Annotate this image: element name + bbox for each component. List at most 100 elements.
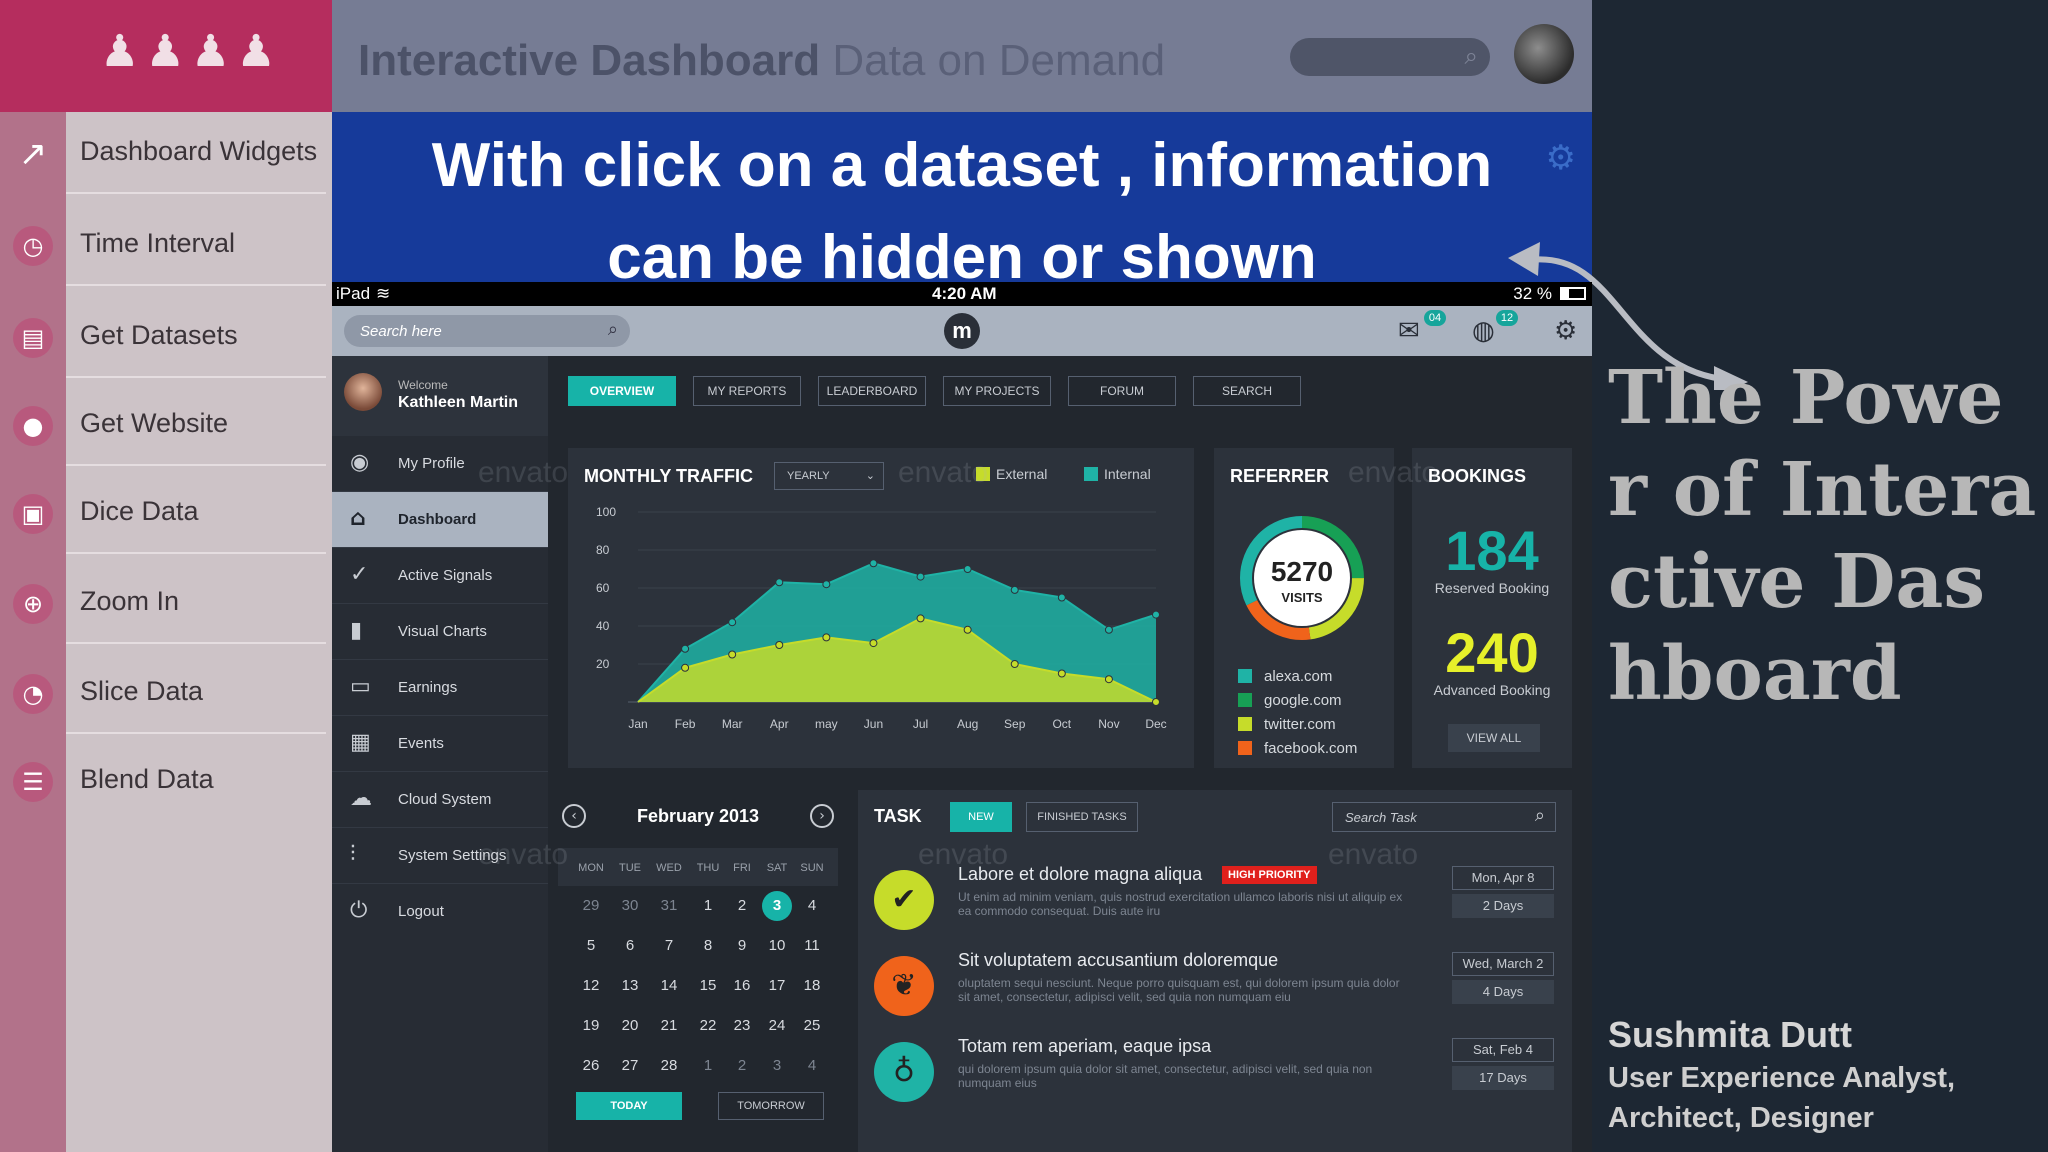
avatar[interactable]: [1514, 24, 1574, 84]
calendar-day[interactable]: 15: [691, 972, 725, 1000]
task-search-input[interactable]: Search Task ⌕: [1332, 802, 1556, 832]
tab-search[interactable]: SEARCH: [1193, 376, 1301, 406]
calendar-day[interactable]: 11: [795, 932, 829, 960]
tab-my-projects[interactable]: MY PROJECTS: [943, 376, 1051, 406]
calendar-day[interactable]: 4: [795, 1052, 829, 1080]
sidebar-item-label: Dashboard: [398, 511, 477, 528]
calendar-day[interactable]: 30: [613, 892, 647, 920]
zoom-icon: ⊕: [13, 584, 53, 624]
calendar-day[interactable]: 13: [613, 972, 647, 1000]
menu-item-label: Get Website: [80, 408, 229, 438]
calendar-day[interactable]: 21: [652, 1012, 686, 1040]
tomorrow-button[interactable]: TOMORROW: [718, 1092, 824, 1120]
carrier-label: iPad: [336, 284, 371, 303]
blend-icon: ☰: [13, 762, 53, 802]
view-all-button[interactable]: VIEW ALL: [1448, 724, 1540, 752]
calendar-day[interactable]: 1: [691, 1052, 725, 1080]
calendar-day[interactable]: 3: [760, 1052, 794, 1080]
data-point: [963, 565, 972, 573]
chevron-right-icon[interactable]: ›: [810, 804, 834, 828]
task-duration: 4 Days: [1452, 980, 1554, 1004]
tab-overview[interactable]: OVERVIEW: [568, 376, 676, 406]
calendar-day-selected[interactable]: 3: [762, 891, 792, 921]
calendar-day[interactable]: 14: [652, 972, 686, 1000]
menu-item-blend-data[interactable]: ☰ Blend Data: [0, 740, 332, 822]
calendar-day[interactable]: 6: [613, 932, 647, 960]
menu-item-zoom-in[interactable]: ⊕ Zoom In: [0, 562, 332, 644]
task-item-title[interactable]: Sit voluptatem accusantium doloremque: [958, 950, 1278, 971]
traffic-chart[interactable]: 20 40 60 80 100 Jan Feb Mar Apr may Jun Jul Aug Sep Oc…: [568, 498, 1194, 768]
legend-internal-label: Internal: [1104, 466, 1151, 482]
calendar-day[interactable]: 25: [795, 1012, 829, 1040]
menu-item-get-website[interactable]: ● Get Website: [0, 384, 332, 466]
mail-icon[interactable]: ✉: [1398, 316, 1420, 346]
menu-item-get-datasets[interactable]: ▤ Get Datasets: [0, 296, 332, 378]
menu-item-slice-data[interactable]: ◔ Slice Data: [0, 652, 332, 734]
calendar-day[interactable]: 19: [574, 1012, 608, 1040]
banner-search[interactable]: ⌕: [1290, 38, 1490, 76]
referrer-item[interactable]: alexa.com: [1238, 668, 1332, 685]
tab-new-tasks[interactable]: NEW: [950, 802, 1012, 832]
leaf-icon[interactable]: ❦: [874, 956, 934, 1016]
calendar-day[interactable]: 27: [613, 1052, 647, 1080]
tab-leaderboard[interactable]: LEADERBOARD: [818, 376, 926, 406]
task-item-description: Ut enim ad minim veniam, quis nostrud ex…: [958, 890, 1403, 918]
tab-my-reports[interactable]: MY REPORTS: [693, 376, 801, 406]
sidebar-item-logout[interactable]: ⏻ Logout: [332, 884, 548, 940]
tab-finished-tasks[interactable]: FINISHED TASKS: [1026, 802, 1138, 832]
user-avatar[interactable]: [344, 373, 382, 411]
check-circle-icon: ✓: [350, 562, 369, 587]
calendar-day[interactable]: 8: [691, 932, 725, 960]
watermark: envato: [478, 456, 569, 489]
sidebar-item-dashboard[interactable]: ⌂ Dashboard: [332, 492, 548, 548]
app-logo[interactable]: m: [944, 313, 980, 349]
slice-icon: ◔: [13, 674, 53, 714]
calendar-day[interactable]: 17: [760, 972, 794, 1000]
sidebar-item-cloud-system[interactable]: ☁ Cloud System: [332, 772, 548, 828]
tab-forum[interactable]: FORUM: [1068, 376, 1176, 406]
menu-item-time-interval[interactable]: ◷ Time Interval: [0, 204, 332, 286]
data-point: [1152, 610, 1160, 619]
task-item-description: qui dolorem ipsum quia dolor sit amet, c…: [958, 1062, 1373, 1090]
calendar-day[interactable]: 10: [760, 932, 794, 960]
sidebar-item-earnings[interactable]: ▭ Earnings: [332, 660, 548, 716]
calendar-day[interactable]: 26: [574, 1052, 608, 1080]
menu-item-dashboard-widgets[interactable]: ↗ Dashboard Widgets: [0, 112, 332, 194]
calendar-day[interactable]: 2: [725, 892, 759, 920]
legend-internal[interactable]: Internal: [1084, 466, 1151, 482]
calendar-day[interactable]: 22: [691, 1012, 725, 1040]
calendar-day[interactable]: 31: [652, 892, 686, 920]
bulb-icon[interactable]: ♁: [874, 1042, 934, 1102]
sidebar-item-events[interactable]: ▦ Events: [332, 716, 548, 772]
period-select[interactable]: YEARLY ⌄: [774, 462, 884, 490]
globe-icon[interactable]: ◍: [1472, 316, 1495, 346]
calendar-day[interactable]: 20: [613, 1012, 647, 1040]
calendar-day[interactable]: 24: [760, 1012, 794, 1040]
sidebar-item-visual-charts[interactable]: ▮ Visual Charts: [332, 604, 548, 660]
calendar-day[interactable]: 5: [574, 932, 608, 960]
referrer-item[interactable]: google.com: [1238, 692, 1342, 709]
referrer-item[interactable]: twitter.com: [1238, 716, 1336, 733]
priority-badge: HIGH PRIORITY: [1222, 866, 1317, 884]
sidebar-item-active-signals[interactable]: ✓ Active Signals: [332, 548, 548, 604]
traffic-title: MONTHLY TRAFFIC: [584, 466, 753, 486]
task-item-title[interactable]: Totam rem aperiam, eaque ipsa: [958, 1036, 1211, 1057]
calendar-day[interactable]: 16: [725, 972, 759, 1000]
menu-item-dice-data[interactable]: ▣ Dice Data: [0, 472, 332, 554]
today-button[interactable]: TODAY: [576, 1092, 682, 1120]
calendar-day[interactable]: 1: [691, 892, 725, 920]
calendar-day[interactable]: 7: [652, 932, 686, 960]
calendar-day[interactable]: 4: [795, 892, 829, 920]
calendar-day[interactable]: 2: [725, 1052, 759, 1080]
settings-gear-icon[interactable]: ⚙: [1554, 316, 1577, 346]
search-input[interactable]: Search here ⌕: [344, 315, 630, 347]
calendar-day[interactable]: 29: [574, 892, 608, 920]
calendar-day[interactable]: 18: [795, 972, 829, 1000]
calendar-day[interactable]: 23: [725, 1012, 759, 1040]
referrer-item[interactable]: facebook.com: [1238, 740, 1357, 757]
check-icon[interactable]: ✔: [874, 870, 934, 930]
calendar-day[interactable]: 12: [574, 972, 608, 1000]
calendar-day[interactable]: 28: [652, 1052, 686, 1080]
calendar-day[interactable]: 9: [725, 932, 759, 960]
x-tick-label: Jun: [864, 717, 883, 731]
